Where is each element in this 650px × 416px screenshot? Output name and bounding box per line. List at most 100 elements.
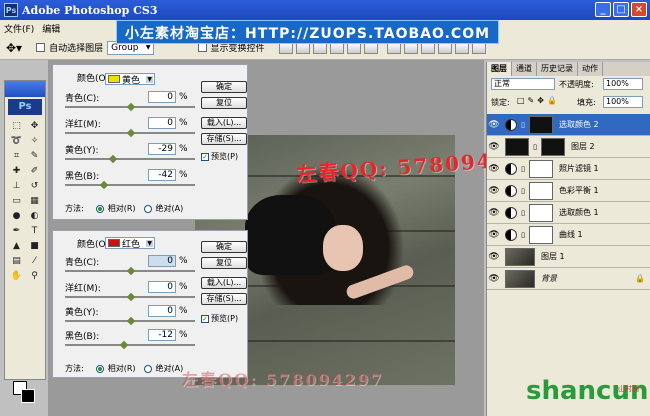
slice-tool-icon[interactable]: ✎ (26, 149, 43, 163)
magenta-slider-knob[interactable] (126, 128, 136, 138)
background-color-swatch[interactable] (21, 389, 35, 403)
load-button[interactable]: 载入(L)... (201, 117, 247, 129)
show-transform-checkbox[interactable] (197, 43, 207, 52)
black-slider-knob[interactable] (99, 180, 109, 190)
cyan-slider[interactable] (65, 266, 195, 276)
color-dropdown[interactable]: 黄色 (105, 73, 156, 86)
auto-select-checkbox[interactable] (36, 43, 46, 52)
ok-button[interactable]: 确定 (201, 241, 247, 253)
maximize-button[interactable]: □ (613, 2, 629, 17)
black-slider[interactable] (65, 180, 195, 190)
eye-icon[interactable]: 👁 (487, 230, 501, 240)
tab-layers[interactable]: 图层 (487, 62, 512, 76)
yellow-slider-knob[interactable] (126, 316, 136, 326)
blend-mode-dropdown[interactable]: 正常 (491, 78, 555, 90)
marquee-tool-icon[interactable]: ⬚ (8, 119, 25, 133)
blur-tool-icon[interactable]: ● (8, 209, 25, 223)
reset-button[interactable]: 复位 (201, 257, 247, 269)
save-button[interactable]: 存储(S)... (201, 133, 247, 145)
eyedropper-tool-icon[interactable]: ⁄ (26, 254, 43, 268)
menu-edit[interactable]: 编辑 (42, 22, 60, 35)
brush-tool-icon[interactable]: ✐ (26, 164, 43, 178)
lock-icons[interactable]: □✎✥🔒 (517, 96, 560, 105)
absolute-radio[interactable] (143, 364, 152, 373)
magenta-slider[interactable] (65, 292, 195, 302)
shape-tool-icon[interactable]: ■ (26, 239, 43, 253)
yellow-slider[interactable] (65, 316, 195, 326)
fill-input[interactable]: 100% (603, 96, 643, 108)
pen-tool-icon[interactable]: ✒ (8, 224, 25, 238)
layer-row[interactable]: 👁 ▯ 选取颜色 2 (487, 114, 650, 136)
eye-icon[interactable]: 👁 (487, 120, 501, 130)
hand-tool-icon[interactable]: ✋ (8, 269, 25, 283)
magenta-slider-knob[interactable] (126, 292, 136, 302)
layer-row[interactable]: 👁 ▯ 图层 2 (487, 136, 650, 158)
move-tool-icon[interactable]: ✥▾ (6, 41, 22, 55)
minimize-button[interactable]: _ (595, 2, 611, 17)
layer-row[interactable]: 👁 ▯ 曲线 1 (487, 224, 650, 246)
notes-tool-icon[interactable]: ▤ (8, 254, 25, 268)
black-slider[interactable] (65, 340, 195, 350)
crop-tool-icon[interactable]: ⌗ (8, 149, 25, 163)
layer-mask-thumbnail[interactable] (541, 137, 565, 156)
tab-history[interactable]: 历史记录 (537, 62, 578, 76)
reset-button[interactable]: 复位 (201, 97, 247, 109)
close-button[interactable]: × (631, 2, 647, 17)
eye-icon[interactable]: 👁 (487, 186, 501, 196)
black-slider-knob[interactable] (119, 340, 129, 350)
cyan-slider[interactable] (65, 102, 195, 112)
layer-row[interactable]: 👁 ▯ 照片滤镜 1 (487, 158, 650, 180)
magenta-input[interactable]: 0 (148, 281, 176, 293)
move-tool-icon[interactable]: ✥ (26, 119, 43, 133)
eye-icon[interactable]: 👁 (487, 252, 501, 262)
path-select-tool-icon[interactable]: ▲ (8, 239, 25, 253)
cyan-input[interactable]: 0 (148, 91, 176, 103)
ok-button[interactable]: 确定 (201, 81, 247, 93)
yellow-input[interactable]: -29 (148, 143, 176, 155)
eraser-tool-icon[interactable]: ▭ (8, 194, 25, 208)
yellow-slider-knob[interactable] (108, 154, 118, 164)
cyan-slider-knob[interactable] (126, 102, 136, 112)
eye-icon[interactable]: 👁 (487, 274, 501, 284)
layer-mask-thumbnail[interactable] (529, 115, 553, 134)
eye-icon[interactable]: 👁 (487, 208, 501, 218)
layer-mask-thumbnail[interactable] (529, 159, 553, 178)
load-button[interactable]: 载入(L)... (201, 277, 247, 289)
lasso-tool-icon[interactable]: ➰ (8, 134, 25, 148)
yellow-slider[interactable] (65, 154, 195, 164)
cyan-slider-knob[interactable] (126, 266, 136, 276)
eye-icon[interactable]: 👁 (487, 142, 501, 152)
magenta-input[interactable]: 0 (148, 117, 176, 129)
magic-wand-tool-icon[interactable]: ✧ (26, 134, 43, 148)
layer-mask-thumbnail[interactable] (529, 181, 553, 200)
healing-tool-icon[interactable]: ✚ (8, 164, 25, 178)
layer-mask-thumbnail[interactable] (529, 203, 553, 222)
zoom-tool-icon[interactable]: ⚲ (26, 269, 43, 283)
preview-checkbox[interactable]: ✓ 预览(P) (201, 313, 238, 324)
opacity-input[interactable]: 100% (603, 78, 643, 90)
relative-radio[interactable] (95, 204, 104, 213)
tab-actions[interactable]: 动作 (578, 62, 603, 76)
black-input[interactable]: -12 (148, 329, 176, 341)
preview-checkbox[interactable]: ✓ 预览(P) (201, 151, 238, 162)
layer-row[interactable]: 👁 ▯ 选取颜色 1 (487, 202, 650, 224)
history-brush-tool-icon[interactable]: ↺ (26, 179, 43, 193)
magenta-slider[interactable] (65, 128, 195, 138)
gradient-tool-icon[interactable]: ▦ (26, 194, 43, 208)
layer-row[interactable]: 👁 ▯ 色彩平衡 1 (487, 180, 650, 202)
absolute-radio[interactable] (143, 204, 152, 213)
save-button[interactable]: 存储(S)... (201, 293, 247, 305)
cyan-input[interactable]: 0 (148, 255, 176, 267)
type-tool-icon[interactable]: T (26, 224, 43, 238)
menu-file[interactable]: 文件(F) (4, 22, 34, 35)
dodge-tool-icon[interactable]: ◐ (26, 209, 43, 223)
relative-radio[interactable] (95, 364, 104, 373)
layer-row[interactable]: 👁 背景 🔒 (487, 268, 650, 290)
yellow-input[interactable]: 0 (148, 305, 176, 317)
layer-row[interactable]: 👁 图层 1 (487, 246, 650, 268)
stamp-tool-icon[interactable]: ⊥ (8, 179, 25, 193)
layer-mask-thumbnail[interactable] (529, 225, 553, 244)
color-dropdown[interactable]: 红色 (105, 237, 156, 250)
black-input[interactable]: -42 (148, 169, 176, 181)
tab-channels[interactable]: 通道 (512, 62, 537, 76)
